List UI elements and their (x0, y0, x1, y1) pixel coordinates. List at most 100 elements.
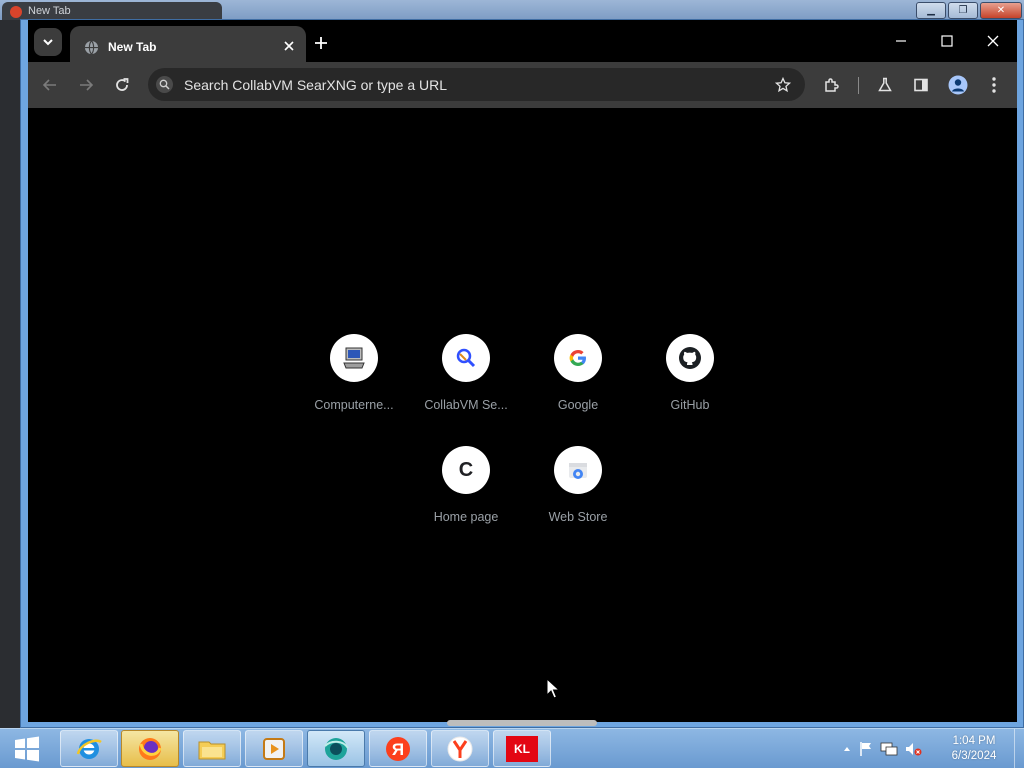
plus-icon (315, 37, 327, 49)
windows-logo-icon (15, 736, 39, 762)
shortcut-tile[interactable]: Web Store (522, 438, 634, 538)
volume-muted-icon[interactable] (904, 741, 922, 757)
letter-c-icon: C (442, 446, 490, 494)
shortcut-label: CollabVM Se... (424, 398, 508, 412)
reload-button[interactable] (110, 73, 134, 97)
taskbar-yandex[interactable]: Я (369, 730, 427, 767)
search-engine-icon (156, 76, 173, 93)
taskbar-media-player[interactable] (245, 730, 303, 767)
shortcut-label: Google (557, 398, 599, 412)
toolbar-separator (858, 77, 859, 94)
close-window-button[interactable] (980, 30, 1006, 52)
browser-icon (324, 737, 349, 760)
extensions-icon (825, 78, 839, 92)
web-store-icon (554, 446, 602, 494)
menu-icon (992, 77, 996, 93)
mouse-cursor-icon (546, 678, 560, 699)
labs-icon (878, 77, 892, 92)
taskbar-browser[interactable] (307, 730, 365, 767)
taskbar-file-explorer[interactable] (183, 730, 241, 767)
bookmark-button[interactable] (773, 75, 793, 95)
reload-icon (116, 78, 129, 91)
extensions-button[interactable] (820, 73, 844, 97)
show-hidden-icons-icon[interactable] (842, 744, 852, 754)
shortcut-tile[interactable]: C Home page (410, 438, 522, 538)
tab-title: New Tab (108, 40, 157, 54)
shortcut-label: Home page (433, 510, 499, 524)
action-center-flag-icon[interactable] (858, 741, 874, 757)
new-tab-button[interactable] (310, 32, 332, 54)
svg-text:Я: Я (392, 740, 404, 759)
globe-icon (84, 40, 99, 55)
clock[interactable]: 1:04 PM 6/3/2024 (938, 734, 1010, 764)
media-player-icon (263, 737, 285, 760)
background-tab-favicon-icon (10, 6, 22, 18)
back-button[interactable] (38, 73, 62, 97)
show-desktop-button[interactable] (1014, 729, 1024, 768)
kl-icon: KL (506, 735, 538, 762)
browser-window: New Tab Search CollabVM SearXNG or type … (28, 20, 1017, 726)
browser-toolbar: Search CollabVM SearXNG or type a URL (28, 62, 1017, 108)
google-icon (554, 334, 602, 382)
clock-date: 6/3/2024 (951, 750, 997, 762)
tile-letter: C (458, 458, 474, 481)
background-tab-label: New Tab (28, 5, 71, 17)
background-minimize-icon[interactable]: ▁ (916, 2, 946, 19)
shortcut-label: GitHub (670, 398, 710, 412)
kl-icon-label: KL (514, 741, 530, 756)
shortcut-label: Computerne... (314, 398, 394, 412)
tab-strip: New Tab (28, 20, 1017, 62)
background-tab[interactable]: New Tab (2, 2, 222, 20)
computer-icon (330, 334, 378, 382)
tab-search-button[interactable] (34, 28, 62, 56)
yandex-icon: Я (386, 736, 410, 761)
yandex-browser-icon (447, 736, 473, 761)
shortcut-tile[interactable]: GitHub (634, 326, 746, 426)
menu-button[interactable] (982, 73, 1006, 97)
internet-explorer-icon (76, 738, 102, 759)
background-restore-icon[interactable]: ❐ (948, 2, 978, 19)
address-bar[interactable]: Search CollabVM SearXNG or type a URL (148, 68, 805, 101)
forward-button[interactable] (74, 73, 98, 97)
searxng-icon (442, 334, 490, 382)
file-explorer-icon (198, 741, 226, 759)
clock-time: 1:04 PM (952, 735, 996, 747)
taskbar-internet-explorer[interactable] (60, 730, 118, 767)
close-icon (284, 41, 294, 51)
github-icon (666, 334, 714, 382)
address-bar-placeholder: Search CollabVM SearXNG or type a URL (184, 77, 447, 93)
chevron-down-icon (43, 39, 53, 46)
star-icon (775, 77, 791, 93)
background-close-icon[interactable]: ✕ (980, 2, 1022, 19)
system-tray (842, 729, 922, 768)
start-button[interactable] (6, 733, 48, 765)
browser-window-frame: New Tab Search CollabVM SearXNG or type … (20, 19, 1024, 728)
tab-close-button[interactable] (280, 37, 298, 55)
new-tab-page: Computerne... CollabVM Se... Google GitH… (28, 108, 1017, 726)
background-titlebar: New Tab ▁ ❐ ✕ (0, 0, 1024, 20)
horizontal-scrollbar[interactable] (447, 720, 597, 726)
taskbar: Я KL 1:04 PM 6/3/2024 (0, 728, 1024, 768)
shortcut-tile[interactable]: CollabVM Se... (410, 326, 522, 426)
taskbar-firefox[interactable] (121, 730, 179, 767)
minimize-button[interactable] (888, 30, 914, 52)
profile-button[interactable] (946, 73, 970, 97)
back-icon (42, 79, 56, 91)
close-icon (987, 35, 999, 47)
labs-button[interactable] (873, 73, 897, 97)
side-panel-icon (914, 78, 928, 92)
network-icon[interactable] (880, 741, 898, 757)
profile-icon (948, 75, 968, 95)
firefox-icon (139, 737, 162, 760)
tab-new-tab[interactable]: New Tab (70, 26, 306, 62)
maximize-button[interactable] (934, 30, 960, 52)
background-window-controls: ▁ ❐ ✕ (916, 2, 1022, 20)
shortcut-tile[interactable]: Computerne... (298, 326, 410, 426)
side-panel-button[interactable] (909, 73, 933, 97)
shortcut-tile[interactable]: Google (522, 326, 634, 426)
forward-icon (80, 79, 94, 91)
maximize-icon (941, 35, 953, 47)
minimize-icon (896, 40, 906, 42)
taskbar-kl-app[interactable]: KL (493, 730, 551, 767)
taskbar-yandex-browser[interactable] (431, 730, 489, 767)
